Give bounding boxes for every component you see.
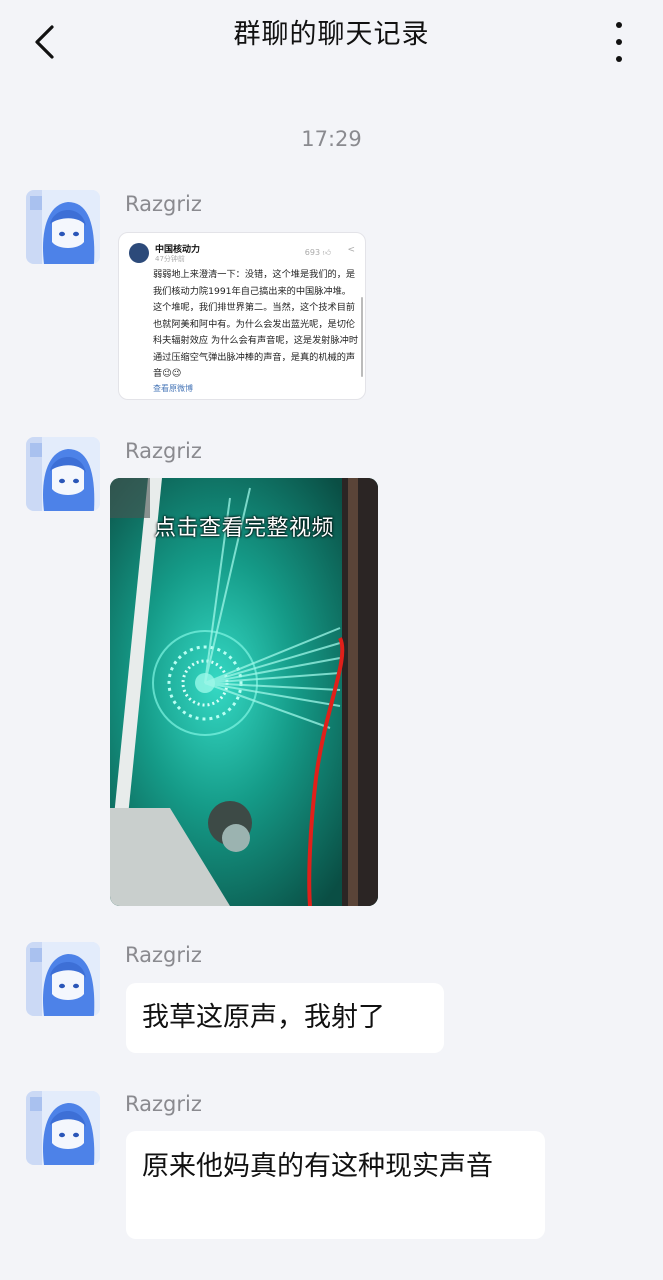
- avatar[interactable]: [26, 190, 100, 264]
- post-likes: 693: [304, 248, 321, 257]
- video-message[interactable]: 点击查看完整视频: [110, 478, 378, 906]
- video-caption: 点击查看完整视频: [153, 516, 334, 541]
- timestamp: 17:29: [301, 127, 362, 151]
- post-body: 弱弱地上来澄清一下：没错，这个堆是我们的，是我们核动力院1991年自己搞出来的中…: [153, 269, 359, 379]
- video-thumbnail: [110, 478, 378, 906]
- view-original-link[interactable]: 查看原微博: [153, 383, 193, 394]
- sender-name: Razgriz: [125, 1092, 202, 1116]
- top-bar: 群聊的聊天记录: [0, 0, 663, 84]
- sender-name: Razgriz: [125, 192, 202, 216]
- share-icon[interactable]: <: [347, 245, 355, 255]
- account-avatar: [129, 243, 149, 263]
- avatar[interactable]: [26, 942, 100, 1016]
- avatar[interactable]: [26, 1091, 100, 1165]
- message-bubble[interactable]: 我草这原声，我射了: [126, 983, 444, 1053]
- more-button[interactable]: [609, 22, 629, 62]
- page-title: 群聊的聊天记录: [233, 19, 430, 50]
- post-time: 47分钟前: [155, 255, 185, 263]
- sender-name: Razgriz: [125, 439, 202, 463]
- message-bubble[interactable]: 原来他妈真的有这种现实声音: [126, 1131, 545, 1239]
- avatar[interactable]: [26, 437, 100, 511]
- scrollbar[interactable]: [361, 297, 363, 377]
- shared-post-card[interactable]: 中国核动力 47分钟前 693 👍︎ < 弱弱地上来澄清一下：没错，这个堆是我们…: [118, 232, 366, 400]
- thumbs-up-icon: 👍︎: [322, 248, 331, 257]
- sender-name: Razgriz: [125, 943, 202, 967]
- more-vertical-icon: [616, 22, 622, 28]
